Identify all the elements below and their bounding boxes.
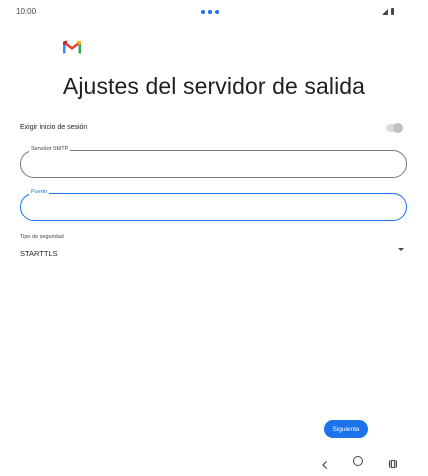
back-icon[interactable] [320, 457, 330, 469]
status-icons [382, 8, 394, 15]
notification-dots-icon [201, 10, 219, 14]
smtp-server-label: Servidor SMTP [29, 145, 71, 154]
page-title: Ajustes del servidor de salida [62, 73, 366, 99]
navigation-bar [0, 450, 428, 476]
status-bar: 10:00 [0, 0, 428, 24]
next-button[interactable]: Siguiente [324, 420, 368, 438]
security-type-select[interactable]: STARTTLS [20, 249, 58, 258]
signal-icon [382, 8, 388, 15]
status-time: 10:00 [16, 7, 37, 16]
security-type-label: Tipo de seguridad [20, 234, 64, 240]
recents-icon[interactable] [388, 456, 398, 469]
smtp-server-field[interactable]: Servidor SMTP [20, 145, 407, 178]
port-field[interactable]: Puerto [20, 188, 407, 221]
home-icon[interactable] [353, 456, 363, 466]
port-label: Puerto [29, 188, 50, 197]
switch-knob [393, 123, 403, 133]
require-login-switch[interactable] [386, 123, 403, 133]
dropdown-arrow-icon[interactable] [398, 248, 404, 251]
require-login-row[interactable]: Exigir inicio de sesión [20, 122, 406, 136]
battery-icon [391, 8, 394, 15]
require-login-label: Exigir inicio de sesión [20, 124, 88, 131]
gmail-logo-icon [62, 40, 82, 59]
